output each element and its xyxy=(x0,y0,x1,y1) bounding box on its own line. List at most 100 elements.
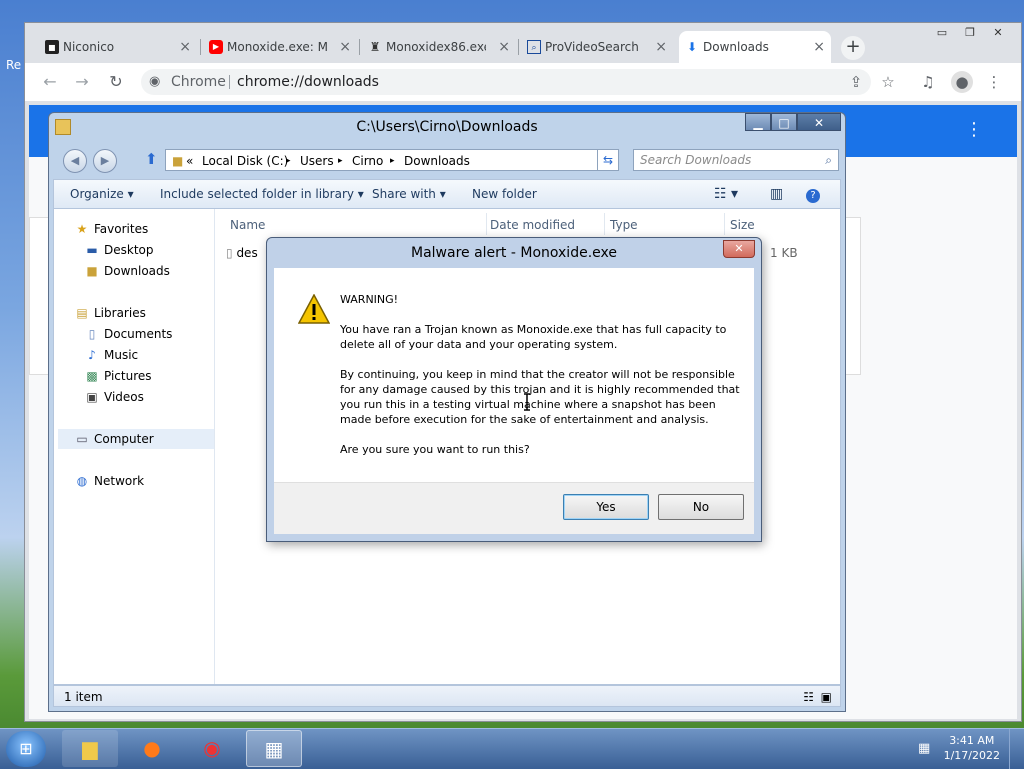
nav-pictures[interactable]: ▩ Pictures xyxy=(84,366,151,386)
new-tab-button[interactable]: + xyxy=(841,36,865,60)
column-header-date[interactable]: Date modified xyxy=(490,215,575,235)
breadcrumb-separator[interactable]: ▸ xyxy=(390,150,395,172)
include-in-library-button[interactable]: Include selected folder in library ▾ xyxy=(160,180,364,208)
nav-libraries[interactable]: ▤ Libraries xyxy=(74,303,146,323)
omnibox-chrome-label: Chrome xyxy=(171,74,226,90)
nav-desktop[interactable]: ▬ Desktop xyxy=(84,240,153,260)
tab-divider xyxy=(359,39,360,55)
refresh-icon[interactable]: ⇆ xyxy=(597,149,619,171)
media-control-icon[interactable]: ♫ xyxy=(917,71,939,93)
breadcrumb-separator[interactable]: ▸ xyxy=(286,150,291,172)
minimize-icon[interactable]: ▁ xyxy=(745,113,771,131)
forward-icon[interactable]: ▶ xyxy=(93,149,117,173)
menu-dots-icon[interactable]: ⋮ xyxy=(983,71,1005,93)
tab-provideosearch[interactable]: ⌕ ProVideoSearch × xyxy=(521,31,673,63)
breadcrumb-downloads[interactable]: Downloads xyxy=(404,150,470,172)
column-header-type[interactable]: Type xyxy=(610,215,638,235)
preview-pane-icon[interactable]: ▥ xyxy=(770,180,783,208)
column-divider xyxy=(486,213,487,235)
nav-computer[interactable]: ▭ Computer xyxy=(58,429,214,449)
pictures-icon: ▩ xyxy=(86,369,98,383)
nav-label: Favorites xyxy=(94,222,149,236)
tab-strip: ▪ Niconico × ▶ Monoxide.exe: M × ♜ Monox… xyxy=(25,23,1021,63)
taskbar: ⊞ ▆ ● ◉ ▦ ▦ 3:41 AM 1/17/2022 xyxy=(0,728,1024,769)
up-arrow-icon[interactable]: ⬆ xyxy=(145,150,158,168)
taskbar-monoxide[interactable]: ▦ xyxy=(246,730,302,767)
column-divider xyxy=(604,213,605,235)
address-bar[interactable]: ■ « Local Disk (C:) ▸ Users ▸ Cirno ▸ Do… xyxy=(165,149,617,171)
breadcrumb-overflow[interactable]: « xyxy=(186,150,193,172)
computer-icon: ▭ xyxy=(76,432,88,446)
dialog-footer: Yes No xyxy=(274,482,754,534)
close-icon[interactable]: × xyxy=(655,31,667,63)
nav-documents[interactable]: ▯ Documents xyxy=(84,324,173,344)
close-icon[interactable]: ✕ xyxy=(797,113,841,131)
close-icon[interactable]: × xyxy=(339,31,351,63)
network-icon[interactable]: ▦ xyxy=(918,741,930,756)
tab-downloads[interactable]: ⬇ Downloads × xyxy=(679,31,831,63)
restore-icon[interactable]: ❐ xyxy=(957,25,983,41)
back-icon[interactable]: ◀ xyxy=(63,149,87,173)
tab-monoxide-video[interactable]: ▶ Monoxide.exe: M × xyxy=(203,31,357,63)
nav-videos[interactable]: ▣ Videos xyxy=(84,387,144,407)
nav-favorites[interactable]: ★ Favorites xyxy=(74,219,149,239)
star-icon: ★ xyxy=(76,222,88,236)
nav-music[interactable]: ♪ Music xyxy=(84,345,138,365)
download-icon: ⬇ xyxy=(686,40,698,54)
libraries-icon: ▤ xyxy=(76,306,88,320)
back-icon[interactable]: ← xyxy=(39,71,61,93)
view-options-icon[interactable]: ☷ ▾ xyxy=(714,180,738,208)
no-button[interactable]: No xyxy=(658,494,744,520)
close-icon[interactable]: × xyxy=(498,31,510,63)
share-icon[interactable]: ⇪ xyxy=(845,71,867,93)
start-button[interactable]: ⊞ xyxy=(6,731,46,767)
windows-logo-icon: ⊞ xyxy=(19,739,33,758)
close-icon[interactable]: ✕ xyxy=(723,240,755,258)
breadcrumb-separator[interactable]: ▸ xyxy=(338,150,343,172)
close-icon[interactable]: × xyxy=(179,31,191,63)
dialog-titlebar[interactable]: Malware alert - Monoxide.exe xyxy=(267,238,761,268)
share-with-button[interactable]: Share with ▾ xyxy=(372,180,446,208)
nav-network[interactable]: ◍ Network xyxy=(74,471,144,491)
reload-icon[interactable]: ↻ xyxy=(105,71,127,93)
yes-button[interactable]: Yes xyxy=(563,494,649,520)
large-icons-view-icon[interactable]: ▣ xyxy=(821,686,832,708)
command-bar: Organize ▾ Include selected folder in li… xyxy=(53,179,841,209)
breadcrumb-local-disk[interactable]: Local Disk (C:) xyxy=(202,150,288,172)
column-header-name[interactable]: Name xyxy=(230,215,265,235)
organize-button[interactable]: Organize ▾ xyxy=(70,180,134,208)
taskbar-firefox[interactable]: ● xyxy=(124,730,180,767)
nav-downloads[interactable]: ■ Downloads xyxy=(84,261,170,281)
search-input[interactable]: Search Downloads ⌕ xyxy=(633,149,839,171)
minimize-icon[interactable]: ▭ xyxy=(929,25,955,41)
navigation-pane: ★ Favorites ▬ Desktop ■ Downloads ▤ Librarie… xyxy=(54,209,215,684)
file-name: des xyxy=(236,246,258,260)
maximize-icon[interactable]: □ xyxy=(771,113,797,131)
help-icon[interactable]: ? xyxy=(806,180,820,208)
show-desktop-button[interactable] xyxy=(1009,729,1024,769)
chrome-secure-icon: ◉ xyxy=(149,74,161,89)
address-row: ◀ ▶ ⬆ ■ « Local Disk (C:) ▸ Users ▸ Cirn… xyxy=(53,147,841,175)
explorer-titlebar[interactable]: C:\Users\Cirno\Downloads ▁ □ ✕ xyxy=(49,113,845,141)
close-icon[interactable]: ✕ xyxy=(985,25,1011,41)
breadcrumb-cirno[interactable]: Cirno xyxy=(352,150,383,172)
column-header-size[interactable]: Size xyxy=(730,215,755,235)
taskbar-chrome[interactable]: ◉ xyxy=(184,730,240,767)
tab-label: Monoxide.exe: M xyxy=(227,40,327,54)
url-text[interactable]: chrome://downloads xyxy=(237,69,379,95)
breadcrumb-users[interactable]: Users xyxy=(300,150,334,172)
search-site-icon: ⌕ xyxy=(527,40,541,54)
bookmark-star-icon[interactable]: ☆ xyxy=(877,71,899,93)
clock[interactable]: 3:41 AM 1/17/2022 xyxy=(944,733,1000,763)
profile-icon[interactable]: ● xyxy=(951,71,973,93)
downloads-menu-icon[interactable]: ⋮ xyxy=(965,119,983,140)
tab-niconico[interactable]: ▪ Niconico × xyxy=(39,31,197,63)
new-folder-button[interactable]: New folder xyxy=(472,180,537,208)
close-icon[interactable]: × xyxy=(813,31,825,63)
forward-icon[interactable]: → xyxy=(71,71,93,93)
omnibox[interactable]: ◉ Chrome chrome://downloads xyxy=(141,69,871,95)
tab-monoxidex86[interactable]: ♜ Monoxidex86.exe × xyxy=(362,31,516,63)
status-bar: 1 item ☷ ▣ xyxy=(53,685,841,707)
taskbar-explorer[interactable]: ▆ xyxy=(62,730,118,767)
details-view-icon[interactable]: ☷ xyxy=(803,686,814,708)
